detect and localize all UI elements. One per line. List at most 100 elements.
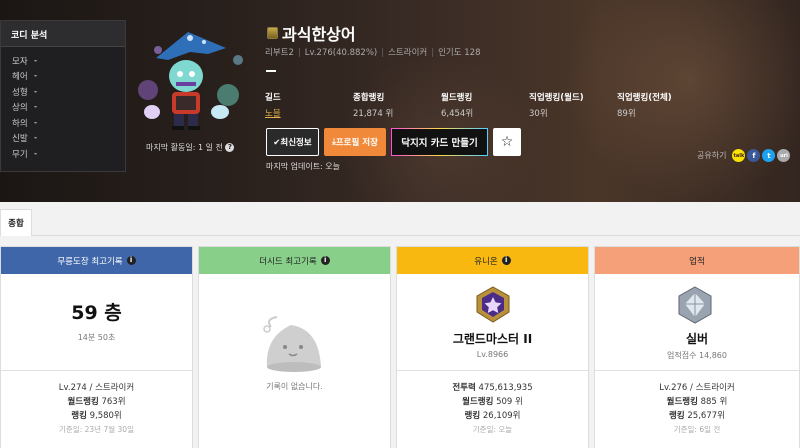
theseed-card: 더시드 최고기록 i 기록이 없습니다. [198, 246, 391, 448]
card-title: 유니온 [474, 256, 498, 267]
union-level: Lv.8966 [476, 350, 509, 359]
stat-label: 직업랭킹(월드) [529, 93, 584, 103]
coordi-value: - [34, 148, 38, 159]
info-icon[interactable]: i [501, 256, 511, 265]
coordi-item: 무기 - [12, 146, 125, 162]
achievement-card-body: 실버 업적점수 14,860 [595, 274, 799, 371]
rank-value: 25,677위 [687, 411, 725, 421]
url-copy-icon[interactable]: url [777, 149, 791, 162]
coordi-item: 상의 - [12, 100, 125, 116]
coordi-value: - [34, 133, 38, 144]
achievement-grade: 실버 [685, 332, 709, 346]
theseed-card-header: 더시드 최고기록 i [199, 247, 390, 274]
coordi-item: 헤어 - [12, 69, 125, 85]
favorite-star-button[interactable]: ☆ [493, 128, 521, 156]
rank-label: 랭킹 [464, 411, 481, 421]
kakaotalk-share-icon[interactable]: talk [732, 149, 746, 162]
coordi-panel: 코디 분석 모자 - 헤어 - 성형 - 상의 - 하의 - 신발 - 무기 - [0, 20, 126, 172]
info-icon[interactable]: i [320, 256, 330, 265]
character-level: Lv.276(40.882%) [304, 48, 378, 58]
share-label: 공유하기 [697, 151, 727, 160]
stat-value: 30위 [529, 109, 548, 119]
empty-slime-icon [259, 307, 329, 381]
union-grade: 그랜드마스터 II [452, 332, 533, 346]
stat-job-rank-all: 직업랭킹(전체) 89위 [617, 91, 705, 119]
last-active-text: 마지막 활동일: 1 일 전 [146, 143, 223, 152]
world-rank-label: 월드랭킹 [666, 397, 698, 407]
level-job: Lv.276 / 스트라이커 [659, 383, 735, 393]
mureung-floor: 59 층 [71, 302, 122, 324]
info-icon[interactable]: i [126, 256, 136, 265]
rank-label: 랭킹 [71, 411, 87, 421]
base-date: 기준일: 6일 전 [673, 425, 721, 434]
stat-label: 직업랭킹(전체) [617, 93, 672, 103]
character-job: 스트라이커 [388, 48, 428, 58]
union-card-body: 그랜드마스터 II Lv.8966 [397, 274, 588, 371]
character-subinfo: 리부트2 | Lv.276(40.882%) | 스트라이커 | 인기도 128 [265, 48, 481, 58]
character-name-row: 과식한상어 [267, 21, 356, 45]
card-title: 더시드 최고기록 [259, 256, 317, 267]
coordi-item: 하의 - [12, 115, 125, 131]
mureung-card-body: 59 층 14분 50초 [1, 274, 192, 371]
achievement-score: 업적점수 14,860 [667, 351, 727, 360]
mureung-time: 14분 50초 [77, 333, 116, 342]
world-rank-value: 509 위 [496, 397, 523, 407]
action-buttons: ✔최신정보 ⤓ 프로필 저장 닥지지 카드 만들기 ☆ [266, 128, 526, 156]
twitter-share-icon[interactable]: t [762, 149, 776, 162]
stat-job-rank-world: 직업랭킹(월드) 30위 [529, 91, 617, 119]
stat-overall-rank: 종합랭킹 21,874 위 [353, 91, 441, 119]
coordi-label: 상의 [12, 103, 28, 114]
world-rank-label: 월드랭킹 [462, 397, 494, 407]
union-grade-emblem-icon [473, 286, 513, 328]
coordi-label: 성형 [12, 87, 28, 98]
union-card: 유니온 i 그랜드마스터 II Lv.8966 전투력 475,613,935 … [396, 246, 589, 448]
stat-guild: 길드 노블 [265, 91, 353, 119]
guild-emblem-icon [267, 27, 278, 39]
rank-label: 랭킹 [669, 411, 685, 421]
empty-message: 기록이 없습니다. [266, 382, 323, 391]
achievement-card: 업적 실버 업적점수 14,860 Lv.276 / 스트라이커 월드랭킹 88… [594, 246, 800, 448]
coordi-value: - [34, 71, 38, 82]
union-card-header: 유니온 i [397, 247, 588, 274]
achievement-card-footer: Lv.276 / 스트라이커 월드랭킹 885 위 랭킹 25,677위 기준일… [595, 371, 799, 437]
achievement-card-header: 업적 [595, 247, 799, 274]
coordi-value: - [34, 117, 38, 128]
stat-label: 종합랭킹 [353, 93, 385, 103]
world-rank-label: 월드랭킹 [67, 397, 99, 407]
coordi-item: 모자 - [12, 53, 125, 69]
facebook-share-icon[interactable]: f [747, 149, 761, 162]
character-avatar [128, 20, 253, 140]
make-card-button[interactable]: 닥지지 카드 만들기 [391, 128, 488, 156]
character-popularity: 인기도 128 [438, 48, 481, 58]
coordi-label: 모자 [12, 56, 28, 67]
coordi-list: 모자 - 헤어 - 성형 - 상의 - 하의 - 신발 - 무기 - [1, 47, 125, 162]
tab-bar: 종합 [0, 202, 800, 236]
stat-value: 89위 [617, 109, 636, 119]
guild-link[interactable]: 노블 [265, 107, 353, 119]
power-label: 전투력 [452, 383, 476, 393]
avatar-illustration [138, 32, 243, 130]
stat-value: 21,874 위 [353, 109, 394, 119]
power-value: 475,613,935 [478, 383, 533, 393]
refresh-button[interactable]: ✔최신정보 [266, 128, 319, 156]
mureung-card-header: 무릉도장 최고기록 i [1, 247, 192, 274]
coordi-label: 무기 [12, 149, 28, 160]
share-bar: 공유하기 talk f t url [697, 149, 791, 162]
coordi-label: 신발 [12, 134, 28, 145]
card-title: 업적 [689, 256, 705, 267]
stat-value: 6,454위 [441, 109, 474, 119]
ranking-stats: 길드 노블 종합랭킹 21,874 위 월드랭킹 6,454위 직업랭킹(월드)… [265, 91, 705, 119]
tab-overview[interactable]: 종합 [0, 209, 32, 236]
mureung-card-footer: Lv.274 / 스트라이커 월드랭킹 763위 랭킹 9,580위 기준일: … [1, 371, 192, 437]
coordi-value: - [34, 86, 38, 97]
coordi-value: - [34, 102, 38, 113]
base-date: 기준일: 23년 7월 30일 [59, 425, 134, 434]
help-icon[interactable]: ? [225, 143, 235, 152]
rank-value: 9,580위 [89, 411, 122, 421]
mureung-card: 무릉도장 최고기록 i 59 층 14분 50초 Lv.274 / 스트라이커 … [0, 246, 193, 448]
base-date: 기준일: 오늘 [472, 425, 513, 434]
coordi-label: 하의 [12, 118, 28, 129]
save-profile-button[interactable]: ⤓ 프로필 저장 [324, 128, 386, 156]
rank-value: 26,109위 [482, 411, 521, 421]
coordi-item: 성형 - [12, 84, 125, 100]
